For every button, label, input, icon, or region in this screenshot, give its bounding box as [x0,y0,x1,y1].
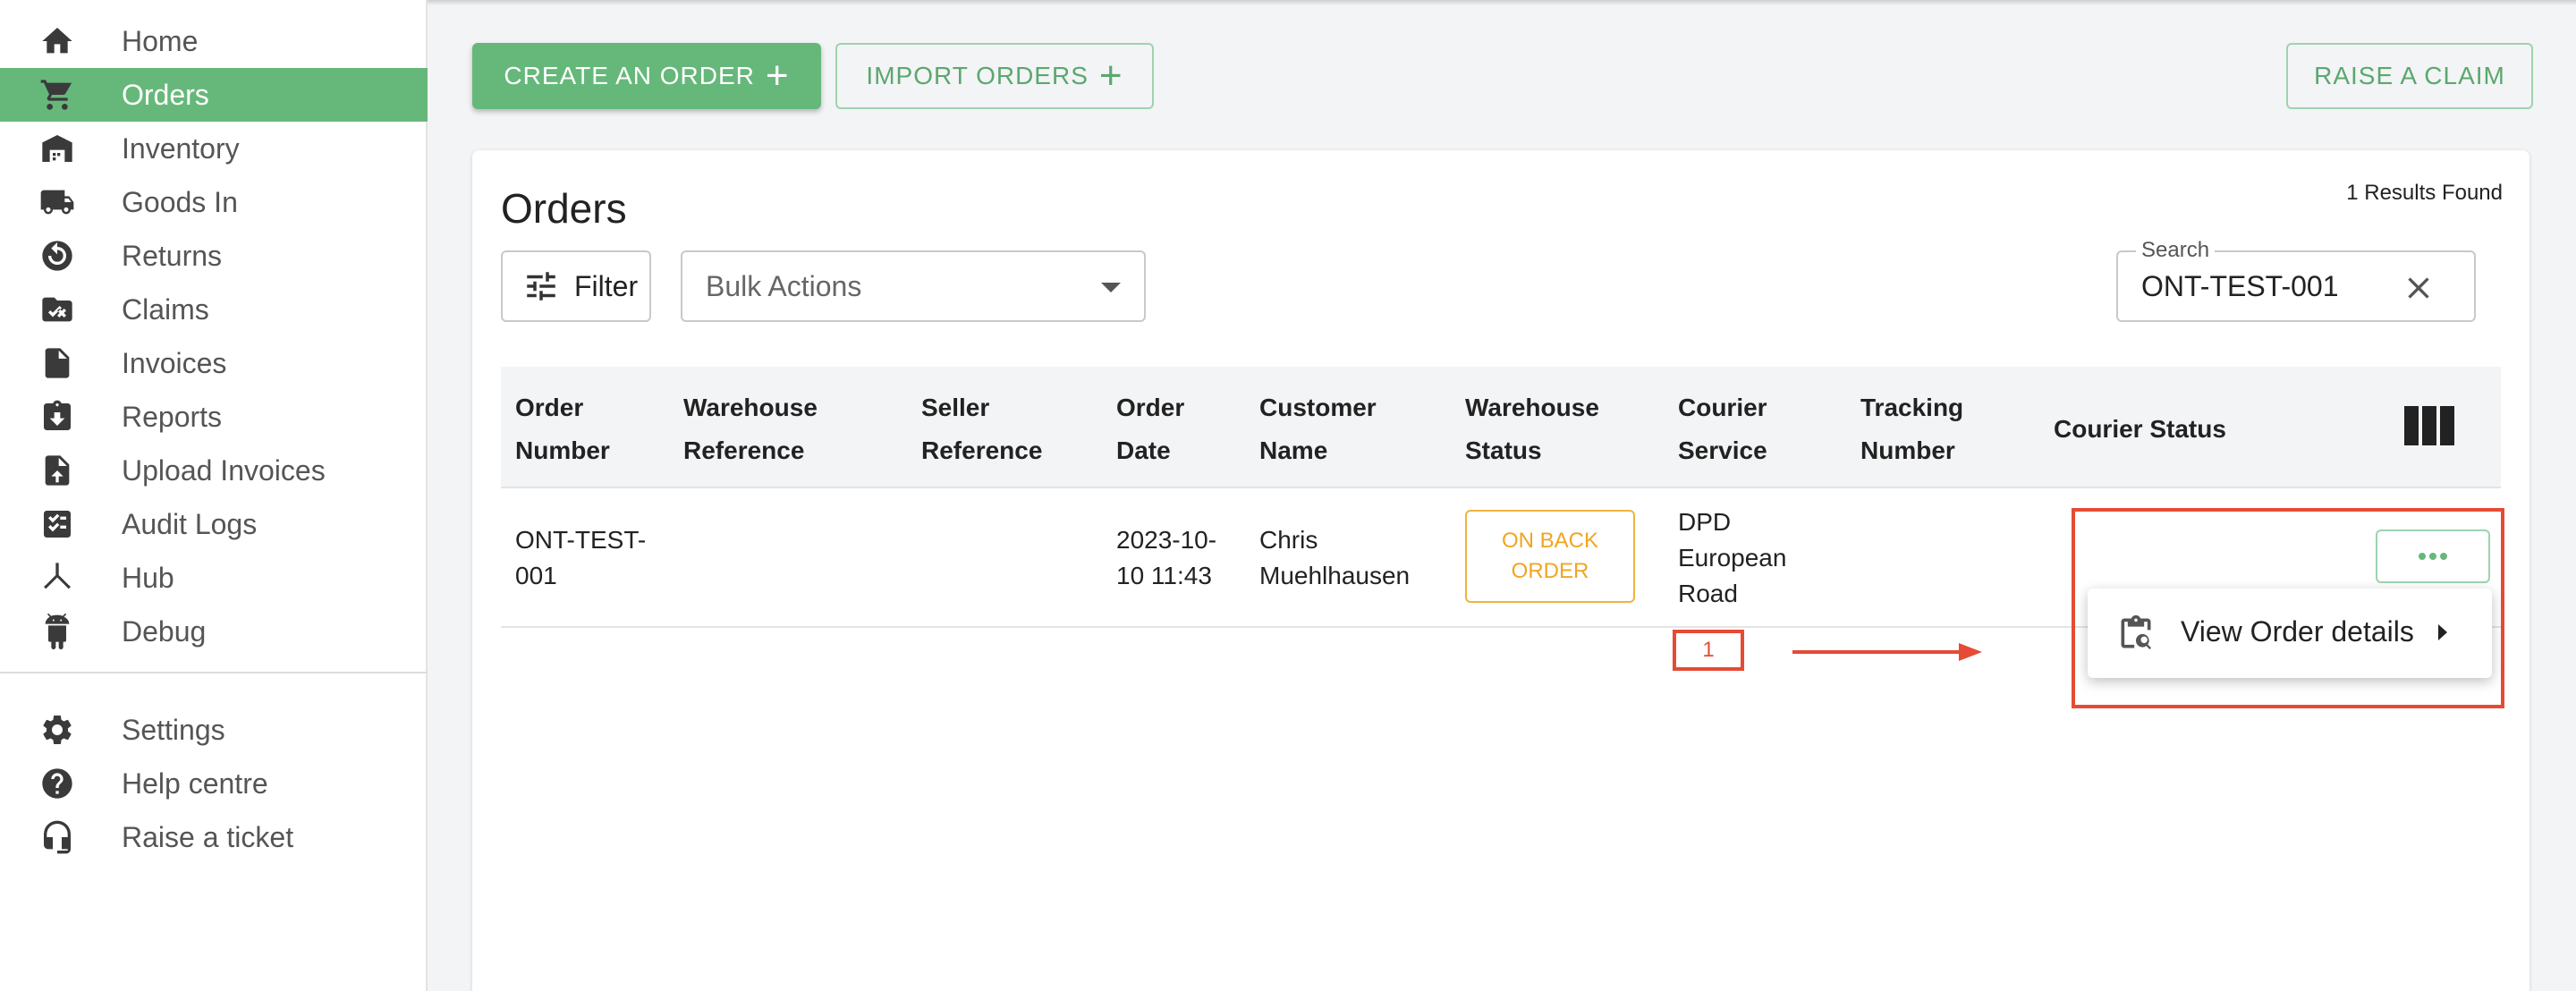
sidebar-item-claims[interactable]: Claims [0,283,428,336]
results-count: 1 Results Found [2346,181,2503,205]
bulk-actions-select[interactable]: Bulk Actions [681,250,1146,322]
sidebar-item-reports[interactable]: Reports [0,390,428,444]
raise-claim-label: RAISE A CLAIM [2314,62,2505,89]
sidebar-divider [0,672,428,673]
create-order-button[interactable]: CREATE AN ORDER + [472,43,821,109]
caret-right-icon [2438,624,2447,640]
top-app-bar [428,0,2576,5]
sidebar-item-label: Help centre [122,767,268,800]
sidebar-item-label: Goods In [122,185,238,218]
sidebar-item-orders[interactable]: Orders [0,68,428,122]
sidebar-item-hub[interactable]: Hub [0,551,428,605]
filter-label: Filter [574,269,639,302]
hub-icon [38,562,77,594]
chevron-down-icon [1101,283,1121,292]
sidebar-item-label: Debug [122,614,207,648]
sidebar-item-label: Settings [122,713,225,746]
tune-icon [527,272,555,301]
search-input[interactable]: Search ONT-TEST-001 [2116,238,2476,322]
raise-claim-button[interactable]: RAISE A CLAIM [2286,43,2533,109]
gear-icon [38,714,77,746]
sidebar-item-label: Hub [122,561,174,594]
sidebar-item-label: Home [122,24,199,57]
checklist-icon [38,508,77,540]
import-orders-label: IMPORT ORDERS [866,62,1089,89]
sidebar-item-label: Audit Logs [122,507,258,540]
sidebar-item-help-centre[interactable]: Help centre [0,757,428,810]
view-order-details-label: View Order details [2181,615,2414,648]
file-icon [38,347,77,379]
col-warehouse-reference[interactable]: Warehouse Reference [683,386,818,472]
sidebar-item-goods-in[interactable]: Goods In [0,175,428,229]
sidebar-item-audit-logs[interactable]: Audit Logs [0,497,428,551]
cell-order-date: 2023-10- 10 11:43 [1116,526,1217,589]
headset-icon [38,820,77,854]
sidebar: Home Orders Inventory Goods In Returns C… [0,0,428,991]
col-order-date[interactable]: Order Date [1116,386,1184,472]
page-title: Orders [501,185,627,232]
col-warehouse-status[interactable]: Warehouse Status [1465,386,1599,472]
col-customer-name[interactable]: Customer Name [1259,386,1377,472]
cell-courier-service: DPD European Road [1678,508,1787,607]
search-label: Search [2136,238,2216,263]
col-courier-status[interactable]: Courier Status [2054,408,2226,451]
col-order-number[interactable]: Order Number [515,386,610,472]
plus-icon: + [1098,54,1123,97]
sidebar-item-label: Invoices [122,346,227,379]
sidebar-item-label: Claims [122,292,209,326]
annotation-arrow-icon [1792,643,1982,661]
col-courier-service[interactable]: Courier Service [1678,386,1767,472]
android-icon [38,614,77,649]
help-icon [38,767,77,800]
sidebar-item-debug[interactable]: Debug [0,605,428,658]
search-value[interactable]: ONT-TEST-001 [2141,270,2339,303]
sidebar-item-label: Reports [122,400,223,433]
annotation-number: 1 [1673,630,1744,671]
cell-customer-name: Chris Muehlhausen [1259,526,1411,589]
sidebar-item-label: Inventory [122,131,240,165]
clipboard-download-icon [38,400,77,433]
sidebar-item-label: Orders [122,78,209,111]
home-icon [38,25,77,57]
cell-order-number: ONT-TEST- 001 [515,526,647,589]
close-icon[interactable] [2401,270,2436,306]
import-orders-button[interactable]: IMPORT ORDERS + [835,43,1154,109]
table-header: Order Number Warehouse Reference Seller Ref… [501,367,2501,488]
sidebar-item-settings[interactable]: Settings [0,703,428,757]
col-tracking-number[interactable]: Tracking Number [1860,386,1963,472]
filter-button[interactable]: Filter [501,250,651,322]
status-badge: ON BACK ORDER [1465,510,1635,603]
sidebar-item-returns[interactable]: Returns [0,229,428,283]
sidebar-item-label: Raise a ticket [122,820,294,853]
warehouse-icon [38,132,77,165]
row-actions-menu: View Order details [2088,589,2492,678]
cart-icon [38,79,77,111]
sidebar-item-invoices[interactable]: Invoices [0,336,428,390]
folder-check-icon [38,293,77,326]
bulk-actions-label: Bulk Actions [706,269,862,302]
col-seller-reference[interactable]: Seller Reference [921,386,1042,472]
view-column-icon[interactable] [2404,406,2454,445]
sidebar-item-label: Returns [122,239,223,272]
sidebar-item-raise-ticket[interactable]: Raise a ticket [0,810,428,864]
clipboard-search-icon [2116,614,2156,653]
view-order-details-menu-item[interactable]: View Order details [2088,589,2492,678]
file-upload-icon [38,454,77,487]
plus-icon: + [765,54,790,97]
sidebar-item-upload-invoices[interactable]: Upload Invoices [0,444,428,497]
create-order-label: CREATE AN ORDER [504,62,755,89]
truck-icon [38,186,77,218]
sidebar-item-label: Upload Invoices [122,453,326,487]
sidebar-item-inventory[interactable]: Inventory [0,122,428,175]
sidebar-item-home[interactable]: Home [0,14,428,68]
returns-icon [38,240,77,272]
